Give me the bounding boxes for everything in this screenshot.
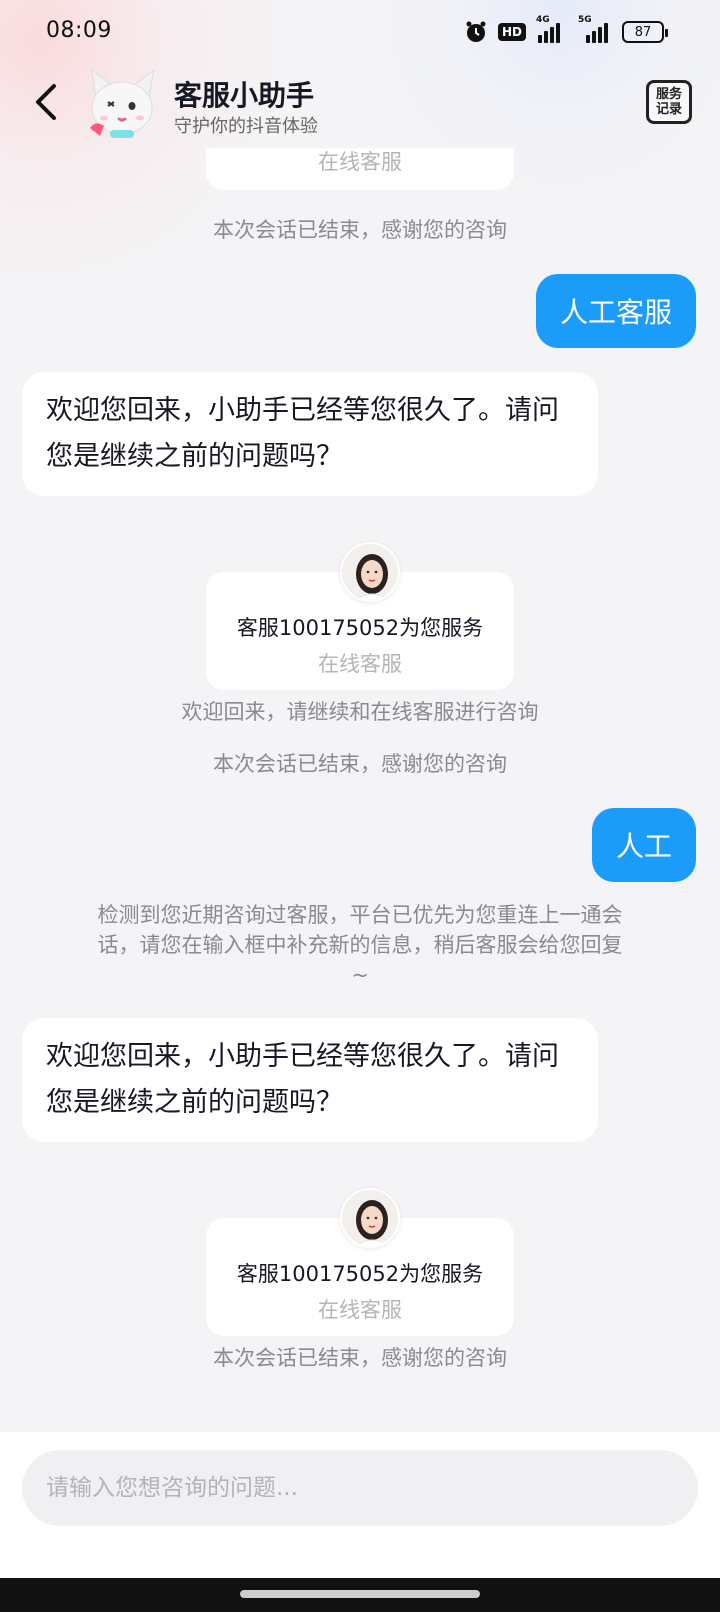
status-icons: HD 4G 5G 87: [464, 15, 668, 46]
page-subtitle: 守护你的抖音体验: [174, 116, 318, 137]
agent-avatar: [340, 542, 400, 602]
alarm-icon: [466, 21, 486, 42]
agent-card: 在线客服: [206, 148, 514, 190]
status-time: 08:09: [46, 18, 112, 43]
input-bar: [0, 1432, 720, 1578]
system-message: 本次会话已结束，感谢您的咨询: [213, 752, 507, 776]
bot-message-bubble: 欢迎您回来，小助手已经等您很久了。请问您是继续之前的问题吗？: [22, 372, 598, 496]
signal-4g-icon: 4G: [536, 15, 564, 43]
agent-card-role: 在线客服: [318, 652, 402, 676]
agent-card-role: 在线客服: [318, 150, 402, 174]
system-message: 欢迎回来，请继续和在线客服进行咨询: [181, 700, 539, 724]
signal-5g-icon: 5G: [574, 15, 612, 43]
page-title: 客服小助手: [174, 79, 315, 112]
navigation-bar: [0, 1578, 720, 1612]
message-input[interactable]: [22, 1450, 698, 1526]
battery-icon: 87: [622, 21, 668, 43]
status-bar: 08:09 HD 4G 5G 87: [0, 0, 720, 64]
agent-card-name: 客服100175052为您服务: [236, 616, 484, 640]
system-message: 本次会话已结束，感谢您的咨询: [213, 1346, 507, 1370]
back-arrow-icon[interactable]: [26, 80, 66, 124]
agent-card-name: 客服100175052为您服务: [236, 1262, 484, 1286]
user-message-bubble: 人工客服: [536, 274, 696, 348]
service-record-label-1: 服务: [655, 87, 682, 102]
system-message: 本次会话已结束，感谢您的咨询: [213, 218, 507, 242]
chat-message-list[interactable]: 在线客服 本次会话已结束，感谢您的咨询 人工客服 欢迎您回来，小助手已经等您很久…: [0, 148, 720, 1432]
agent-avatar: [340, 1188, 400, 1248]
service-record-label-2: 记录: [655, 102, 682, 117]
bot-message-bubble: 欢迎您回来，小助手已经等您很久了。请问您是继续之前的问题吗？: [22, 1018, 598, 1142]
reconnect-notice: 检测到您近期咨询过客服，平台已优先为您重连上一通会话，请您在输入框中补充新的信息…: [97, 903, 623, 987]
agent-card-role: 在线客服: [318, 1298, 402, 1322]
user-message-bubble: 人工: [592, 808, 696, 882]
service-record-button[interactable]: 服务 记录: [646, 80, 692, 124]
chat-header: 客服小助手 守护你的抖音体验 服务 记录: [0, 64, 720, 148]
hd-voice-icon: HD: [497, 23, 526, 41]
home-indicator[interactable]: [240, 1590, 480, 1598]
assistant-mascot-avatar: [90, 68, 155, 138]
